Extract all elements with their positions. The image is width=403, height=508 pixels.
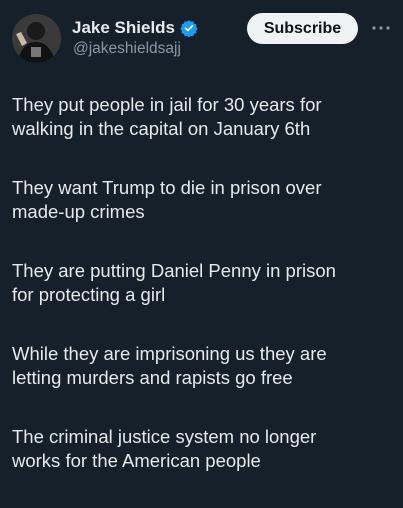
avatar[interactable]: [12, 14, 61, 63]
tweet-paragraph: They put people in jail for 30 years for…: [12, 94, 322, 139]
tweet-text: They put people in jail for 30 years for…: [12, 93, 392, 508]
author-name-row: Jake Shields: [72, 17, 198, 39]
tweet-paragraph: They want Trump to die in prison over ma…: [12, 177, 322, 222]
verified-badge-icon: [180, 19, 198, 38]
author-handle[interactable]: @jakeshieldsajj: [73, 40, 181, 58]
subscribe-button[interactable]: Subscribe: [247, 13, 358, 44]
tweet-paragraph: The criminal justice system no longer wo…: [12, 426, 317, 471]
profile-photo-icon: [12, 14, 61, 63]
tweet-paragraph: While they are imprisoning us they are l…: [12, 343, 327, 388]
tweet-paragraph: They are putting Daniel Penny in prison …: [12, 260, 336, 305]
more-horizontal-icon: [372, 26, 390, 30]
display-name[interactable]: Jake Shields: [72, 18, 175, 38]
more-options-button[interactable]: [369, 18, 393, 38]
tweet-card: Jake Shields @jakeshieldsajj Subscribe T…: [0, 0, 403, 500]
